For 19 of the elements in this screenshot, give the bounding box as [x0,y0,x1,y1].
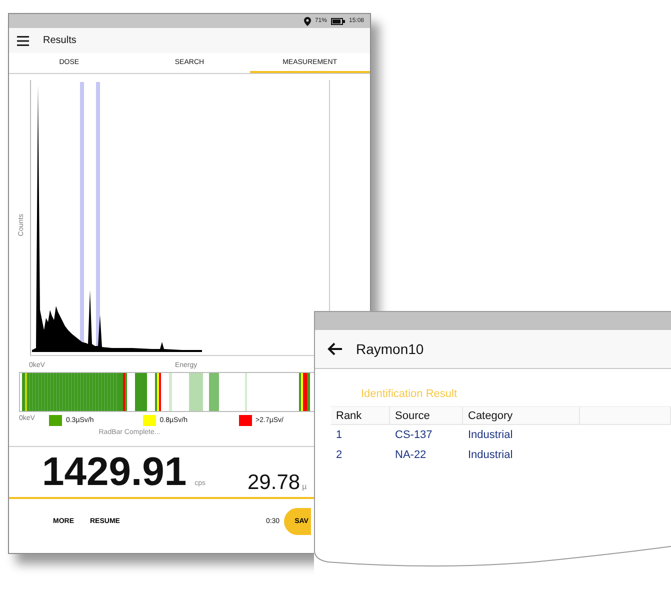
reading-value: 29.78 [248,471,300,495]
column-header: Category [463,407,580,424]
screen-title: Results [43,35,76,46]
table-cell-text: 1 [335,428,344,443]
table-cell-text: Industrial [467,428,514,443]
table-cell-text: NA-22 [394,448,428,463]
reading-unit: µ [302,482,307,491]
back-arrow-icon[interactable] [327,342,343,356]
menu-icon[interactable] [17,36,29,46]
table-cell-text: 2 [335,448,344,463]
section-title: Identification Result [361,388,458,402]
location-pin-icon [304,16,311,26]
column-header: Rank [331,407,390,424]
table-cell-text: CS-137 [394,428,434,443]
reading-value: 1429.91 [42,450,187,495]
column-header: Source [390,407,463,424]
window-title: Raymon10 [356,341,424,357]
table-cell-text: Industrial [467,448,514,463]
battery-icon [330,18,345,24]
